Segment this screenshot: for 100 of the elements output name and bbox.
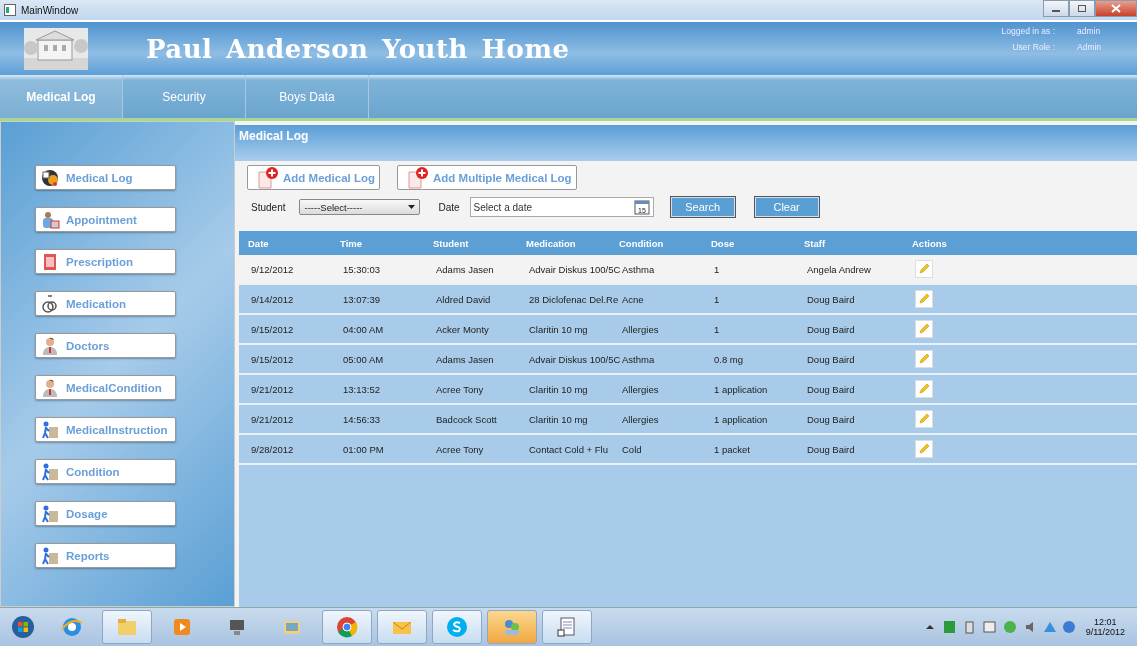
column-header: Staff <box>804 237 827 249</box>
sidebar-button[interactable]: MedicalCondition <box>35 375 176 400</box>
edit-button[interactable] <box>915 260 933 278</box>
table-cell-text: 1 <box>714 323 721 335</box>
table-row[interactable]: 9/12/2012 15:30:03 Adams Jasen Advair Diskus 100/5C Asthma 1 Angela Andrew <box>239 255 1137 285</box>
stethoscope-icon <box>40 293 60 314</box>
table-cell-text: Doug Baird <box>807 383 856 395</box>
sidebar-button[interactable]: Reports <box>35 543 176 568</box>
taskbar-button[interactable] <box>377 610 427 644</box>
column-header: Condition <box>619 237 665 249</box>
sidebar-button[interactable]: Medication <box>35 291 176 316</box>
doctor-icon <box>40 335 60 356</box>
nav-tab[interactable]: Medical Log <box>0 75 123 118</box>
edit-button[interactable] <box>915 380 933 398</box>
table-cell-text: 15:30:03 <box>343 263 381 275</box>
table-cell-text: 1 application <box>714 383 769 395</box>
taskbar-button[interactable] <box>487 610 537 644</box>
taskbar-button[interactable] <box>102 610 152 644</box>
taskbar-button[interactable] <box>542 610 592 644</box>
sidebar-button[interactable]: Prescription <box>35 249 176 274</box>
table-cell-text: Angela Andrew <box>807 263 872 275</box>
table-cell-text: 1 application <box>714 413 769 425</box>
column-header: Actions <box>912 237 948 249</box>
close-icon <box>1111 4 1121 13</box>
table-cell-text: 01:00 PM <box>343 443 385 455</box>
chrome-icon <box>335 615 359 639</box>
taskbar-button[interactable] <box>322 610 372 644</box>
table-cell-text: Allergies <box>622 413 660 425</box>
table-cell-text: Doug Baird <box>807 413 856 425</box>
student-dropdown[interactable]: -----Select----- <box>299 199 421 215</box>
pencil-icon <box>918 293 930 305</box>
table-cell-text: Acree Tony <box>436 383 485 395</box>
add-document-icon <box>256 165 280 190</box>
nav-tab[interactable]: Security <box>123 75 246 118</box>
table-cell-text: Adams Jasen <box>436 353 495 365</box>
sidebar-button[interactable]: Dosage <box>35 501 176 526</box>
add-button[interactable]: Add Multiple Medical Log <box>397 165 577 190</box>
table-cell-text: Claritin 10 mg <box>529 323 589 335</box>
table-cell-text: Badcock Scott <box>436 413 498 425</box>
browser-icon <box>60 615 84 639</box>
pencil-icon <box>918 323 930 335</box>
sidebar-button[interactable]: Condition <box>35 459 176 484</box>
pencil-icon <box>918 353 930 365</box>
table-cell-text: 9/15/2012 <box>251 323 295 335</box>
search-button[interactable]: Search <box>669 196 736 218</box>
window-title: MainWindow <box>21 4 79 16</box>
tray-icons[interactable] <box>925 620 1076 634</box>
add-button[interactable]: Add Medical Log <box>247 165 380 190</box>
logged-in-user: admin <box>1077 26 1102 36</box>
sidebar-button[interactable]: Doctors <box>35 333 176 358</box>
walking-person-icon <box>40 545 60 566</box>
table-cell-text: Doug Baird <box>807 293 856 305</box>
sidebar-button[interactable]: Appointment <box>35 207 176 232</box>
user-role: Admin <box>1077 42 1103 52</box>
table-cell-text: 9/28/2012 <box>251 443 295 455</box>
pencil-icon <box>918 383 930 395</box>
table-cell-text: Acree Tony <box>436 443 485 455</box>
minimize-button[interactable] <box>1043 0 1069 17</box>
table-cell-text: 9/21/2012 <box>251 413 295 425</box>
edit-button[interactable] <box>915 410 933 428</box>
table-cell-text: Asthma <box>622 353 656 365</box>
table-cell-text: Adams Jasen <box>436 263 495 275</box>
user-role-label: User Role : <box>1011 42 1055 52</box>
edit-button[interactable] <box>915 440 933 458</box>
student-label: Student <box>251 201 286 213</box>
maximize-icon <box>1077 4 1087 13</box>
table-cell: Advair Diskus 100/5C <box>529 353 622 365</box>
person-desk-icon <box>40 209 60 230</box>
sidebar-button[interactable]: Medical Log <box>35 165 176 190</box>
table-cell-text: Aldred David <box>436 293 492 305</box>
edit-button[interactable] <box>915 350 933 368</box>
table-cell-text: Asthma <box>622 263 656 275</box>
table-cell-text: Doug Baird <box>807 323 856 335</box>
table-cell-text: 1 packet <box>714 443 751 455</box>
walking-person-icon <box>40 461 60 482</box>
table-cell-text: 1 <box>714 263 721 275</box>
close-button[interactable] <box>1095 0 1137 17</box>
sidebar-button[interactable]: MedicalInstruction <box>35 417 176 442</box>
app-icon <box>4 4 16 16</box>
clear-button[interactable]: Clear <box>753 196 820 218</box>
medical-kit-icon <box>40 167 60 188</box>
taskbar-button[interactable] <box>432 610 482 644</box>
dropdown-arrow-icon <box>408 205 416 209</box>
maximize-button[interactable] <box>1069 0 1095 17</box>
table-cell-text: Allergies <box>622 323 660 335</box>
table-cell-text: Acne <box>622 293 645 305</box>
nav-tab[interactable]: Boys Data <box>246 75 369 118</box>
table-cell-text: 9/12/2012 <box>251 263 295 275</box>
app-title: Paul Anderson Youth Home <box>146 33 570 64</box>
pencil-icon <box>918 263 930 275</box>
table-cell-text: 9/21/2012 <box>251 383 295 395</box>
table-cell-text: 05:00 AM <box>343 353 385 365</box>
date-label: Date <box>438 201 460 213</box>
edit-button[interactable] <box>915 290 933 308</box>
table-cell-text: Doug Baird <box>807 353 856 365</box>
table-cell-text: 0.8 mg <box>714 353 745 365</box>
edit-button[interactable] <box>915 320 933 338</box>
table-cell-text: 9/14/2012 <box>251 293 295 305</box>
clock-time: 12:01 <box>1094 617 1117 627</box>
table-cell-text: 13:13:52 <box>343 383 381 395</box>
